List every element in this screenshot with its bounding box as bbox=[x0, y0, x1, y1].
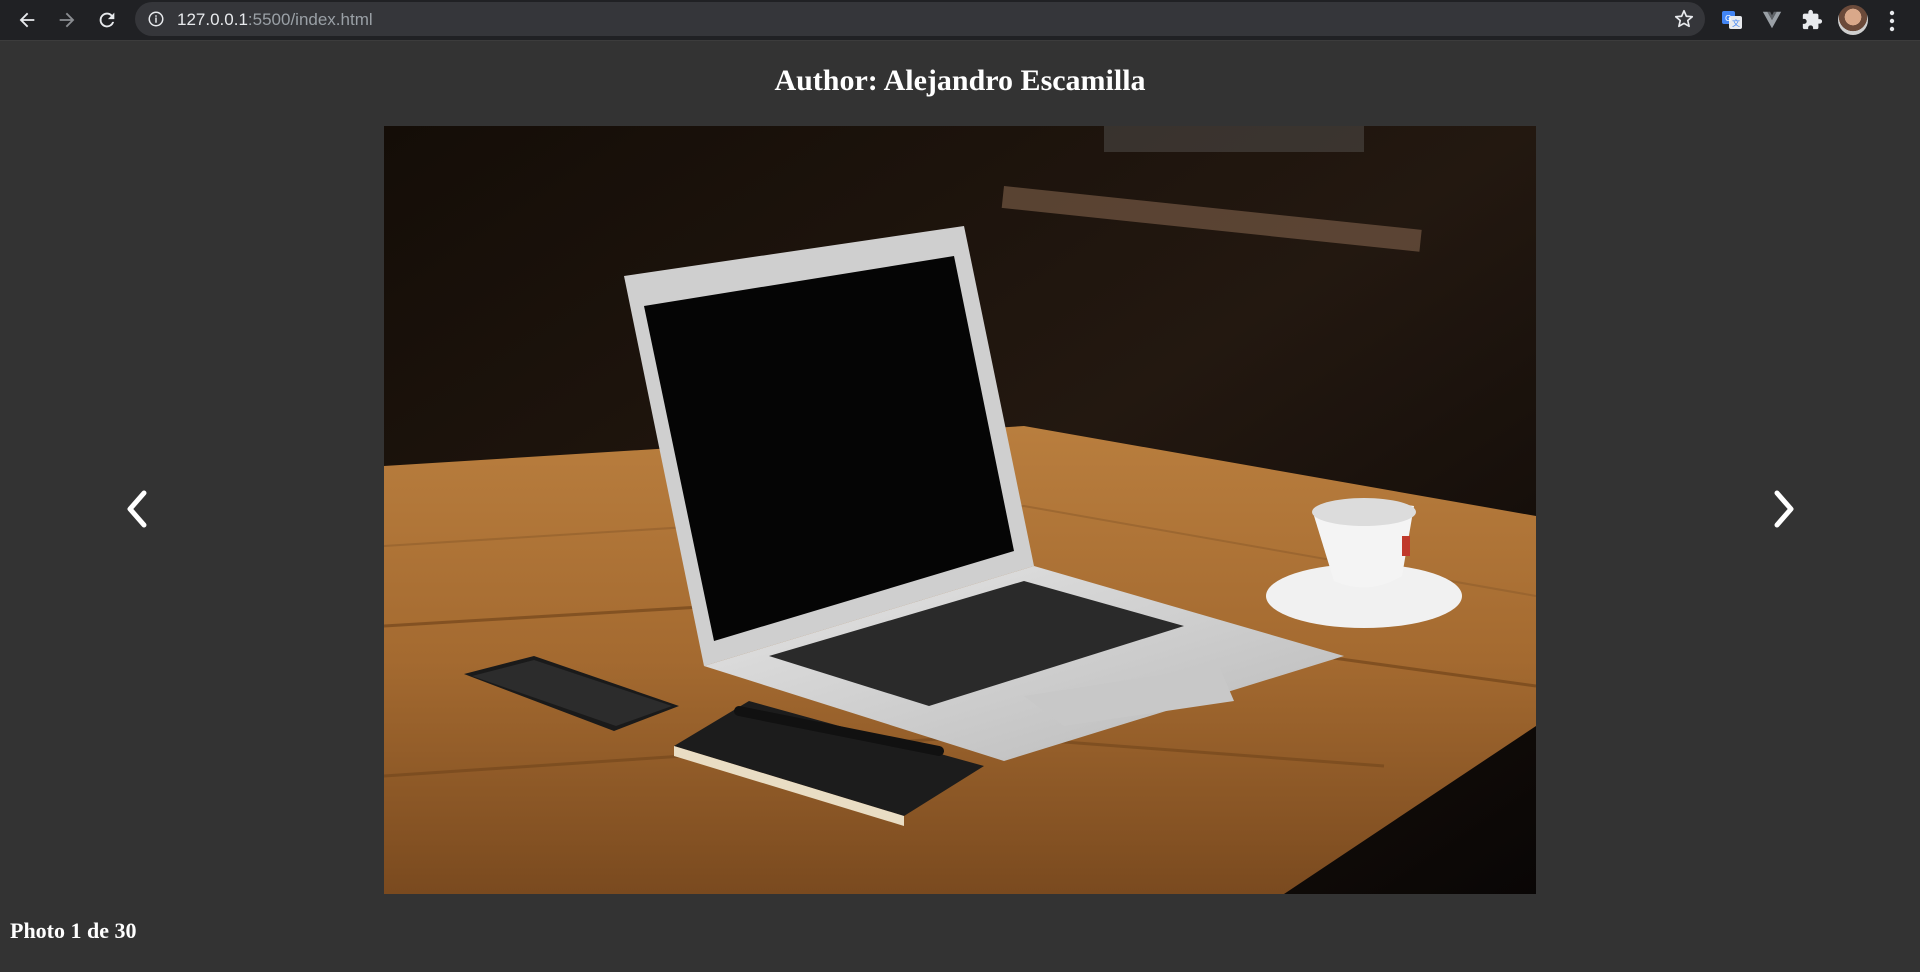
svg-text:文: 文 bbox=[1732, 18, 1740, 28]
extensions-icon[interactable] bbox=[1798, 6, 1826, 34]
url-text[interactable]: 127.0.0.1:5500/index.html bbox=[177, 10, 373, 30]
svg-text:G: G bbox=[1725, 14, 1731, 23]
gallery-photo bbox=[384, 126, 1536, 894]
chevron-right-icon[interactable] bbox=[1764, 487, 1804, 531]
avatar[interactable] bbox=[1838, 5, 1868, 35]
info-icon[interactable] bbox=[147, 10, 165, 28]
forward-icon[interactable] bbox=[52, 5, 82, 35]
browser-toolbar: 127.0.0.1:5500/index.html G文 bbox=[0, 0, 1920, 41]
chevron-left-icon[interactable] bbox=[117, 487, 157, 531]
author-title: Author: Alejandro Escamilla bbox=[774, 64, 1146, 97]
photo-counter: Photo 1 de 30 bbox=[10, 918, 137, 943]
url-path: :5500/index.html bbox=[247, 10, 373, 29]
photo-illustration bbox=[384, 126, 1536, 894]
back-icon[interactable] bbox=[12, 5, 42, 35]
address-bar[interactable]: 127.0.0.1:5500/index.html bbox=[135, 2, 1705, 36]
menu-icon[interactable] bbox=[1880, 8, 1904, 34]
translate-icon[interactable]: G文 bbox=[1718, 6, 1746, 34]
reload-icon[interactable] bbox=[92, 5, 122, 35]
star-icon[interactable] bbox=[1673, 8, 1695, 30]
url-host: 127.0.0.1 bbox=[177, 10, 248, 29]
vue-devtools-icon[interactable] bbox=[1758, 6, 1786, 34]
